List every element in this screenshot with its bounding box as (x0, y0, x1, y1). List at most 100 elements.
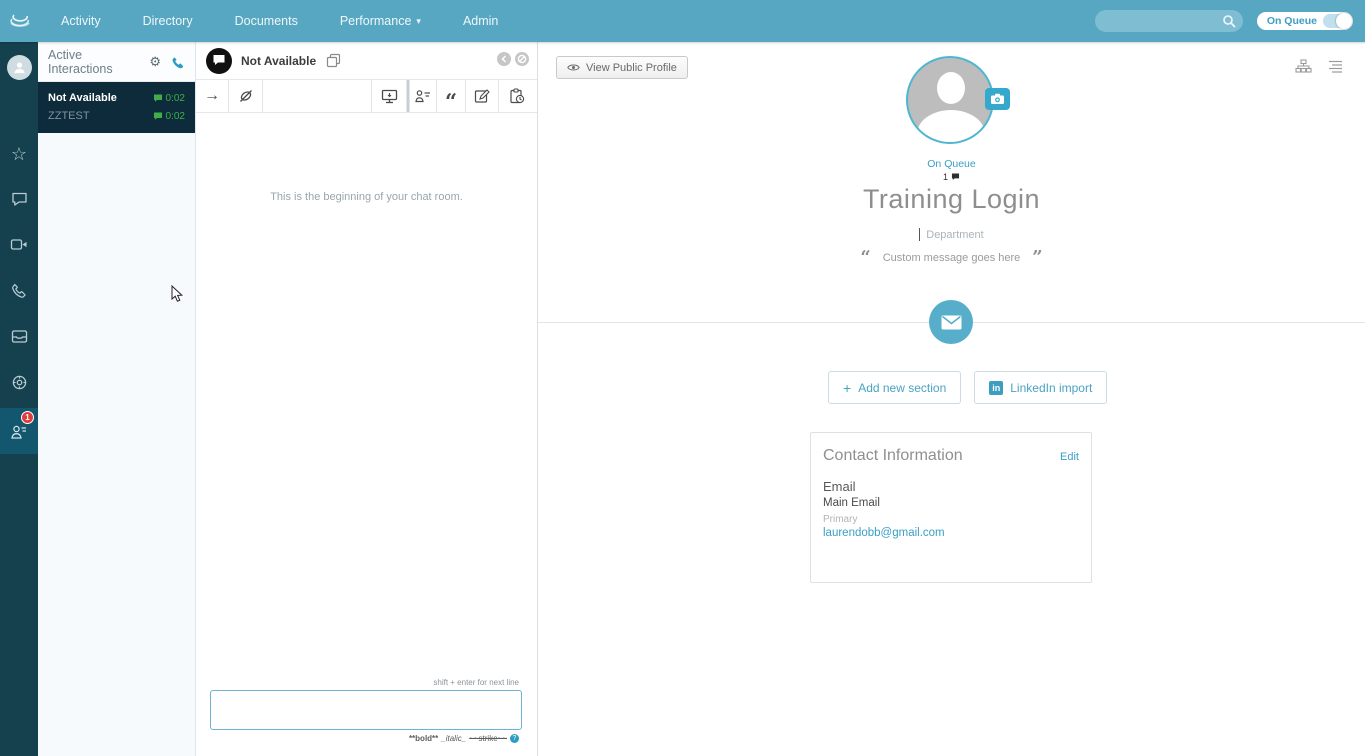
contact-section-type: Email (823, 479, 1079, 494)
chat-welcome-text: This is the beginning of your chat room. (196, 191, 537, 203)
contact-card-header: Contact Information Edit (823, 447, 1079, 465)
status-toggle[interactable]: On Queue (1257, 12, 1353, 30)
nav-label: Admin (463, 14, 498, 28)
view-public-profile-button[interactable]: View Public Profile (556, 56, 688, 79)
status-toggle-label: On Queue (1267, 15, 1317, 27)
quote-close-icon: ” (1032, 253, 1042, 264)
plus-icon: + (843, 380, 851, 396)
interaction-name: Not Available (48, 92, 117, 104)
compass-icon (11, 374, 28, 391)
nav-label: Documents (235, 14, 298, 28)
profile-view-switcher (1295, 59, 1343, 75)
chat-header-actions (497, 52, 529, 66)
copy-icon[interactable] (326, 53, 341, 68)
chevron-down-icon: ▾ (416, 16, 421, 27)
topnav-right-group: On Queue (1095, 10, 1365, 32)
search-icon[interactable] (1221, 13, 1237, 29)
chat-bubble-icon (951, 173, 960, 181)
disable-notifications-button[interactable] (229, 80, 263, 112)
sidebar-item-chat[interactable] (0, 182, 38, 216)
panel-title: Active Interactions (48, 48, 149, 76)
bold-hint: **bold** (409, 734, 438, 743)
toggle-knob (1336, 13, 1352, 29)
chat-room-avatar (206, 48, 232, 74)
sidebar-item-video[interactable] (0, 227, 38, 261)
app-window: Activity Directory Documents Performance… (0, 0, 1365, 756)
mute-leaf-icon (238, 88, 254, 104)
end-chat-icon[interactable] (515, 52, 529, 66)
sidebar-item-inbox[interactable] (0, 319, 38, 353)
queue-count: 1 (538, 172, 1365, 182)
linkedin-import-label: LinkedIn import (1010, 381, 1092, 395)
custom-message-field[interactable]: “ Custom message goes here ” (538, 252, 1365, 264)
contact-information-card: Contact Information Edit Email Main Emai… (810, 432, 1092, 583)
phone-filter-icon[interactable] (171, 55, 185, 69)
format-help-icon[interactable]: ? (510, 734, 519, 743)
change-photo-button[interactable] (985, 88, 1010, 110)
arrow-right-icon: → (204, 88, 220, 104)
interaction-name: ZZTEST (48, 110, 90, 122)
screen-share-button[interactable] (372, 80, 407, 112)
agent-interactions-icon (10, 423, 28, 440)
logo-icon (7, 10, 33, 32)
list-view-icon[interactable] (1328, 59, 1343, 75)
sidebar-item-discover[interactable] (0, 365, 38, 399)
notes-button[interactable] (466, 80, 499, 112)
notification-badge: 1 (21, 411, 34, 424)
wrapup-schedule-button[interactable] (499, 80, 535, 112)
profile-avatar[interactable] (906, 56, 994, 144)
interactions-header: Active Interactions ⚙ (38, 42, 195, 82)
search-container (1095, 10, 1243, 32)
department-placeholder: Department (926, 229, 983, 241)
sidebar-item-phone[interactable] (0, 273, 38, 307)
chat-bubble-icon (153, 94, 163, 103)
format-hint: **bold** _italic_ ~~strike~~ ? (409, 734, 519, 743)
gear-icon[interactable]: ⚙ (149, 54, 161, 70)
status-label[interactable]: On Queue (538, 158, 1365, 170)
left-icon-rail: ☆ (0, 42, 38, 756)
contact-card-title: Contact Information (823, 447, 963, 465)
department-field[interactable]: Department (538, 228, 1365, 241)
top-navigation-bar: Activity Directory Documents Performance… (0, 0, 1365, 42)
linkedin-import-button[interactable]: in LinkedIn import (974, 371, 1107, 404)
queue-count-value: 1 (943, 172, 948, 182)
nav-label: Directory (143, 14, 193, 28)
participants-button[interactable] (410, 80, 437, 112)
profile-name: Training Login (538, 184, 1365, 215)
chat-message-area: This is the beginning of your chat room. (196, 113, 537, 686)
interaction-list-item[interactable]: Not Available 0:02 ZZTEST 0:02 (38, 82, 195, 133)
quote-button[interactable]: “ (437, 80, 466, 112)
nav-item-directory[interactable]: Directory (122, 0, 214, 42)
edit-contact-link[interactable]: Edit (1060, 451, 1079, 463)
active-interactions-panel: Active Interactions ⚙ Not Available 0:02… (38, 42, 196, 756)
profile-page: View Public Profile (538, 42, 1365, 756)
screen-share-icon (381, 89, 398, 104)
nav-item-documents[interactable]: Documents (214, 0, 319, 42)
add-new-section-label: Add new section (858, 381, 946, 395)
transfer-button[interactable]: → (196, 80, 229, 112)
chat-bubble-icon (11, 191, 28, 207)
sidebar-item-interactions[interactable]: 1 (0, 408, 38, 454)
nav-item-performance[interactable]: Performance ▾ (319, 0, 442, 42)
collapse-back-icon[interactable] (497, 52, 511, 66)
add-new-section-button[interactable]: + Add new section (828, 371, 961, 404)
nav-item-activity[interactable]: Activity (40, 0, 122, 42)
chat-message-input[interactable] (210, 690, 522, 730)
compose-note-icon (474, 88, 490, 104)
sidebar-item-favorites[interactable]: ☆ (0, 137, 38, 171)
clipboard-clock-icon (509, 88, 525, 104)
quote-open-icon: “ (860, 253, 870, 264)
star-icon: ☆ (11, 145, 27, 163)
avatar-silhouette (917, 110, 985, 144)
org-chart-icon[interactable] (1295, 59, 1312, 75)
sidebar-item-profile[interactable] (0, 50, 38, 84)
email-action-button[interactable] (929, 300, 973, 344)
contact-email-link[interactable]: laurendobb@gmail.com (823, 527, 1079, 539)
text-cursor (919, 228, 920, 241)
user-avatar-icon (7, 55, 32, 80)
view-public-profile-label: View Public Profile (586, 62, 677, 74)
nav-item-admin[interactable]: Admin (442, 0, 519, 42)
interaction-timer: 0:02 (153, 111, 185, 122)
avatar-silhouette (937, 72, 965, 104)
brand-logo[interactable] (0, 10, 40, 32)
